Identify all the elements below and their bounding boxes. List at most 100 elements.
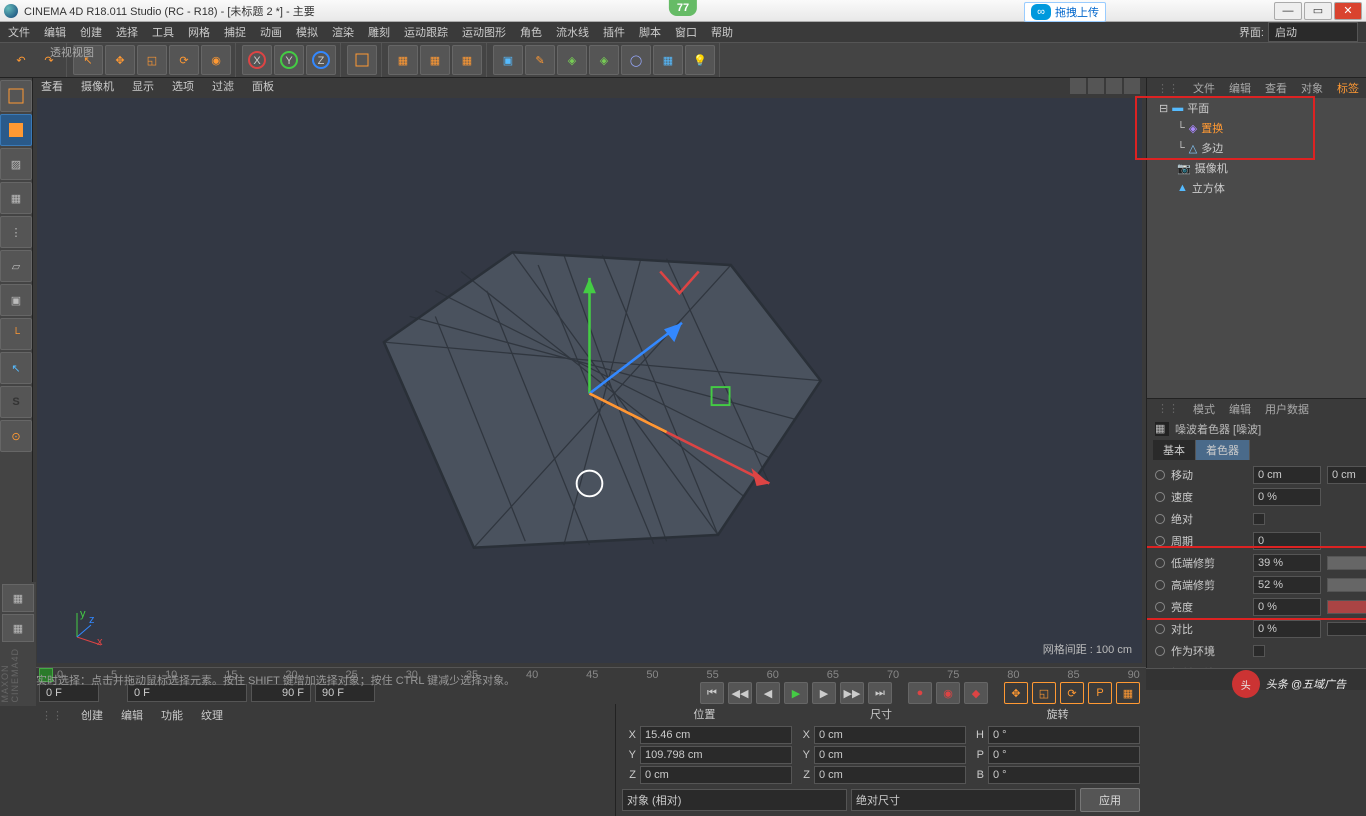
vp-display[interactable]: 显示	[132, 78, 154, 94]
attr-userdata[interactable]: 用户数据	[1265, 401, 1309, 417]
deformer[interactable]: ◈	[589, 45, 619, 75]
vp-panel[interactable]: 面板	[252, 78, 274, 94]
tweak-mode[interactable]: ↖	[0, 352, 32, 384]
last-tool[interactable]: ◉	[201, 45, 231, 75]
key-rot[interactable]: ⟳	[1060, 682, 1084, 704]
rot-b[interactable]	[988, 766, 1140, 784]
mat-texture[interactable]: 纹理	[201, 707, 223, 723]
vp-options[interactable]: 选项	[172, 78, 194, 94]
object-tree[interactable]: ⊟▬平面 └◈置换 └△多边 📷摄像机⊞ ▲立方体▦	[1147, 98, 1366, 398]
move-tool[interactable]: ✥	[105, 45, 135, 75]
rot-h[interactable]	[988, 726, 1140, 744]
structure-icon[interactable]: ▦	[2, 584, 34, 612]
menu-sculpt[interactable]: 雕刻	[368, 24, 390, 40]
prev-frame[interactable]: ◀	[756, 682, 780, 704]
menu-create[interactable]: 创建	[80, 24, 102, 40]
play-button[interactable]: ▶	[784, 682, 808, 704]
keyframe-sel[interactable]: ◆	[964, 682, 988, 704]
cube-primitive[interactable]: ▣	[493, 45, 523, 75]
menu-simulate[interactable]: 模拟	[296, 24, 318, 40]
menu-snap[interactable]: 捕捉	[224, 24, 246, 40]
om-edit[interactable]: 编辑	[1229, 80, 1251, 96]
menu-tracker[interactable]: 运动跟踪	[404, 24, 448, 40]
edge-mode[interactable]: ▱	[0, 250, 32, 282]
prev-key[interactable]: ◀◀	[728, 682, 752, 704]
vp-filter[interactable]: 过滤	[212, 78, 234, 94]
snap-toggle[interactable]: S	[0, 386, 32, 418]
undo-button[interactable]: ↶	[8, 45, 34, 75]
attr-mode[interactable]: 模式	[1193, 401, 1215, 417]
rot-p[interactable]	[988, 746, 1140, 764]
make-editable[interactable]	[0, 80, 32, 112]
env-checkbox[interactable]	[1253, 645, 1265, 657]
attr-edit[interactable]: 编辑	[1229, 401, 1251, 417]
size-x[interactable]	[814, 726, 966, 744]
goto-start[interactable]: ⏮	[700, 682, 724, 704]
upload-widget[interactable]: ∞ 拖拽上传	[1024, 2, 1106, 22]
render-settings[interactable]: ▦	[452, 45, 482, 75]
size-y[interactable]	[814, 746, 966, 764]
vp-cameras[interactable]: 摄像机	[81, 78, 114, 94]
menu-edit[interactable]: 编辑	[44, 24, 66, 40]
mat-edit[interactable]: 编辑	[121, 707, 143, 723]
om-view[interactable]: 查看	[1265, 80, 1287, 96]
vp-view[interactable]: 查看	[41, 78, 63, 94]
brightness-slider[interactable]	[1327, 600, 1366, 614]
size-z[interactable]	[814, 766, 966, 784]
point-mode[interactable]: ⋮	[0, 216, 32, 248]
autokey-button[interactable]: ◉	[936, 682, 960, 704]
attr-tab-shader[interactable]: 着色器	[1196, 440, 1250, 460]
size-mode-dropdown[interactable]: 绝对尺寸	[851, 789, 1076, 811]
close-button[interactable]: ✕	[1334, 2, 1362, 20]
layers-icon[interactable]: ▦	[2, 614, 34, 642]
rotate-tool[interactable]: ⟳	[169, 45, 199, 75]
light-object[interactable]: 💡	[685, 45, 715, 75]
material-panel[interactable]	[33, 726, 615, 816]
polygon-mode[interactable]: ▣	[0, 284, 32, 316]
key-scale[interactable]: ◱	[1032, 682, 1056, 704]
highclip-slider[interactable]	[1327, 578, 1366, 592]
menu-character[interactable]: 角色	[520, 24, 542, 40]
model-mode[interactable]	[0, 114, 32, 146]
workplane-snap[interactable]: ⊙	[0, 420, 32, 452]
menu-help[interactable]: 帮助	[711, 24, 733, 40]
z-axis-lock[interactable]: Z	[306, 45, 336, 75]
camera-object[interactable]: ▦	[653, 45, 683, 75]
vp-toggle[interactable]	[1124, 78, 1140, 94]
menu-script[interactable]: 脚本	[639, 24, 661, 40]
menu-select[interactable]: 选择	[116, 24, 138, 40]
menu-render[interactable]: 渲染	[332, 24, 354, 40]
om-file[interactable]: 文件	[1193, 80, 1215, 96]
layout-dropdown[interactable]: 启动	[1268, 22, 1358, 42]
scale-tool[interactable]: ◱	[137, 45, 167, 75]
menu-file[interactable]: 文件	[8, 24, 30, 40]
om-objects[interactable]: 对象	[1301, 80, 1323, 96]
axis-mode[interactable]: └	[0, 318, 32, 350]
record-button[interactable]: ●	[908, 682, 932, 704]
menu-mesh[interactable]: 网格	[188, 24, 210, 40]
mat-func[interactable]: 功能	[161, 707, 183, 723]
contrast-input[interactable]	[1253, 620, 1321, 638]
move-y[interactable]	[1327, 466, 1366, 484]
menu-tools[interactable]: 工具	[152, 24, 174, 40]
goto-end[interactable]: ⏭	[868, 682, 892, 704]
menu-animate[interactable]: 动画	[260, 24, 282, 40]
key-pos[interactable]: ✥	[1004, 682, 1028, 704]
apply-button[interactable]: 应用	[1080, 788, 1140, 812]
menu-pipeline[interactable]: 流水线	[556, 24, 589, 40]
next-key[interactable]: ▶▶	[840, 682, 864, 704]
viewport-3d[interactable]: yxz 网格间距 : 100 cm	[37, 98, 1142, 663]
maximize-button[interactable]: ▭	[1304, 2, 1332, 20]
speed-input[interactable]	[1253, 488, 1321, 506]
coord-system[interactable]	[347, 45, 377, 75]
render-region[interactable]: ▦	[420, 45, 450, 75]
lowclip-slider[interactable]	[1327, 556, 1366, 570]
spline-primitive[interactable]: ✎	[525, 45, 555, 75]
pos-y[interactable]	[640, 746, 792, 764]
absolute-checkbox[interactable]	[1253, 513, 1265, 525]
vp-nav-move[interactable]	[1070, 78, 1086, 94]
mat-create[interactable]: 创建	[81, 707, 103, 723]
y-axis-lock[interactable]: Y	[274, 45, 304, 75]
x-axis-lock[interactable]: X	[242, 45, 272, 75]
environment[interactable]: ◯	[621, 45, 651, 75]
